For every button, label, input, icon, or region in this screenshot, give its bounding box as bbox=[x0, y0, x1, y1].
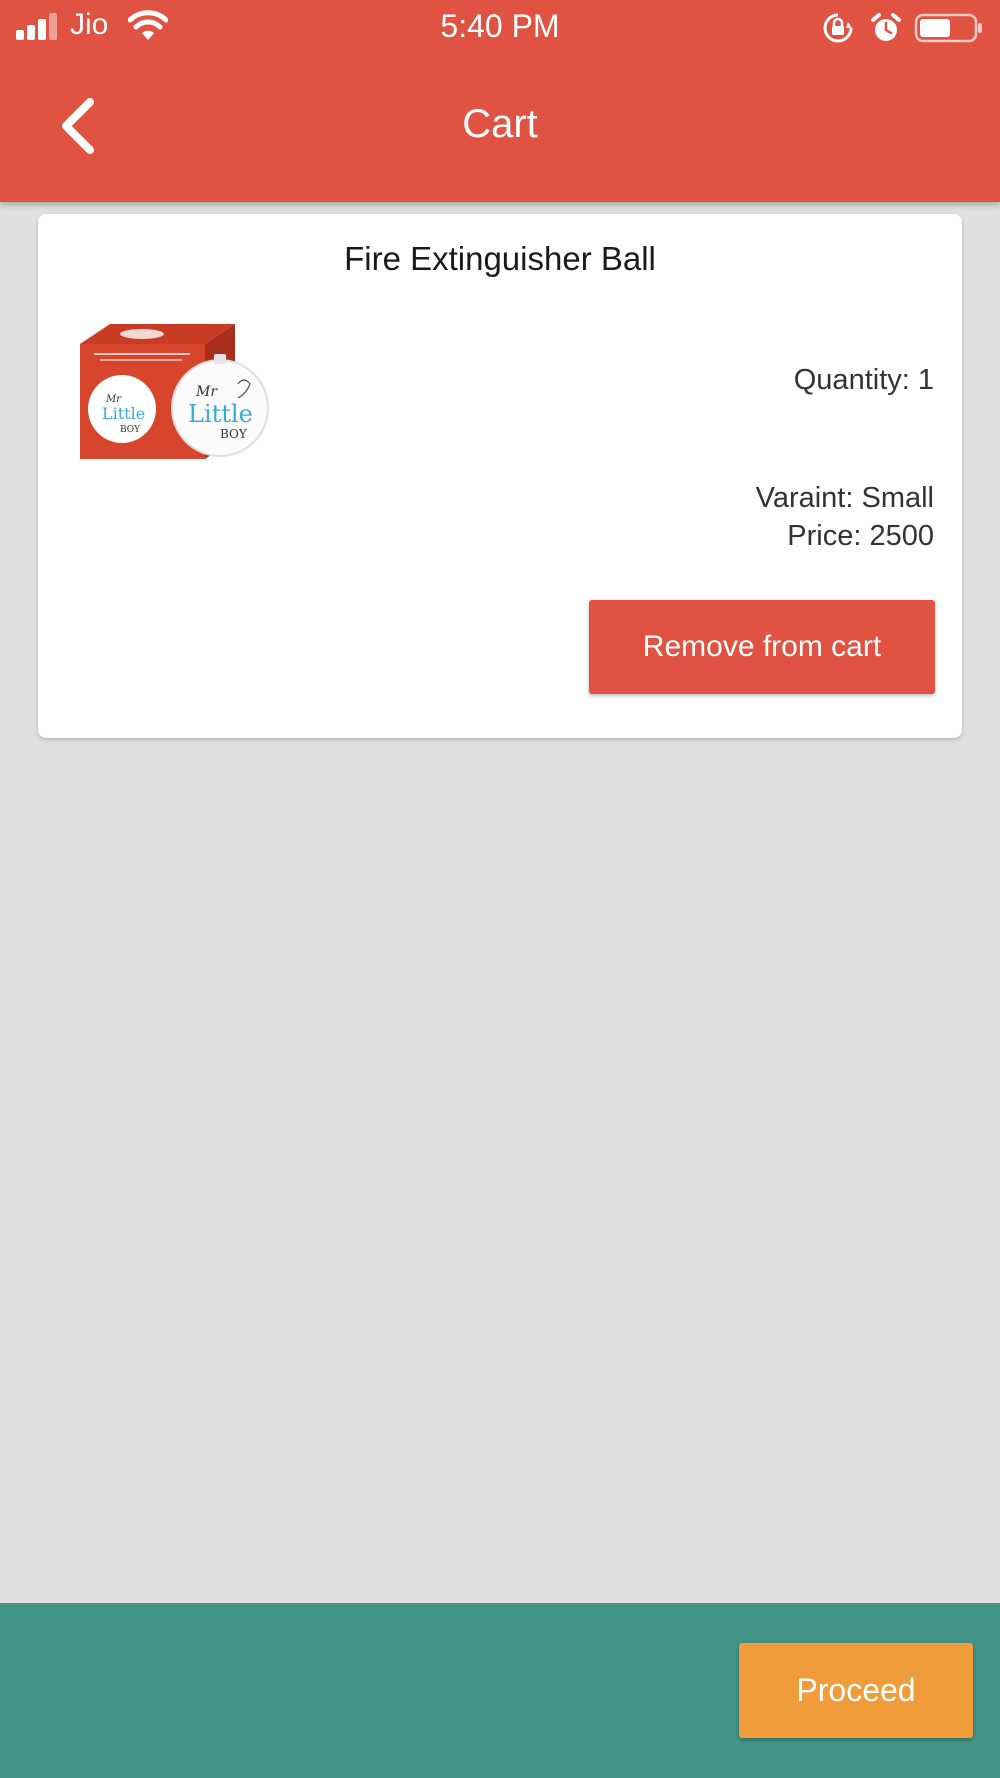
app-bar: Jio 5:40 PM Cart bbox=[0, 0, 1000, 202]
svg-text:BOY: BOY bbox=[220, 427, 248, 441]
product-image: Mr Little BOY Mr Little BOY bbox=[80, 324, 269, 459]
cart-item-card: Fire Extinguisher Ball Mr Little BOY Mr … bbox=[38, 214, 962, 738]
product-name: Fire Extinguisher Ball bbox=[344, 240, 656, 277]
variant-text: Varaint: Small bbox=[755, 482, 934, 514]
proceed-button[interactable]: Proceed bbox=[739, 1643, 973, 1738]
page-title: Cart bbox=[462, 102, 538, 146]
svg-text:BOY: BOY bbox=[120, 425, 141, 435]
svg-text:Little: Little bbox=[188, 400, 253, 428]
svg-text:Mr: Mr bbox=[195, 384, 218, 400]
rotation-lock-icon bbox=[823, 13, 853, 43]
price-text: Price: 2500 bbox=[787, 520, 934, 552]
svg-text:Little: Little bbox=[102, 404, 145, 423]
quantity-text: Quantity: 1 bbox=[793, 364, 934, 396]
remove-from-cart-button[interactable]: Remove from cart bbox=[589, 600, 935, 694]
bottom-action-bar: Proceed bbox=[0, 1603, 1000, 1778]
status-bar: Jio 5:40 PM bbox=[0, 0, 1000, 56]
battery-icon bbox=[914, 13, 982, 43]
nav-row: Cart bbox=[0, 56, 1000, 202]
alarm-icon bbox=[871, 13, 901, 41]
